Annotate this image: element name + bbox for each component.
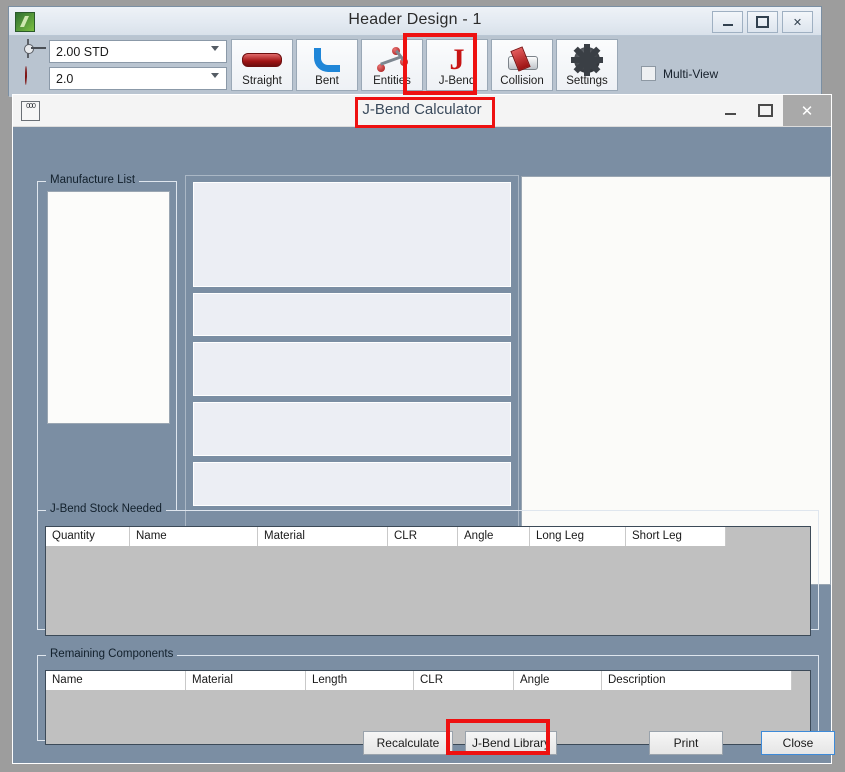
stock-needed-table-body[interactable]	[46, 546, 810, 635]
column-header-short-leg[interactable]: Short Leg	[626, 527, 726, 546]
page-title: Header Design - 1	[348, 11, 482, 28]
column-header-length[interactable]: Length	[306, 671, 414, 690]
entities-icon	[376, 45, 408, 75]
recalculate-button[interactable]: Recalculate	[363, 731, 453, 755]
stock-needed-label: J-Bend Stock Needed	[46, 503, 166, 515]
dialog-button-bar: Recalculate J-Bend Library Print Close	[13, 731, 835, 755]
preview-row[interactable]	[193, 462, 511, 506]
gear-icon	[571, 44, 603, 76]
manufacture-list-box[interactable]	[47, 191, 170, 424]
toolbar-button-label: Entities	[373, 75, 411, 87]
bend-radius-select[interactable]: 2.0	[49, 67, 227, 90]
bend-radius-icon	[23, 66, 49, 90]
maximize-button[interactable]	[747, 11, 778, 33]
column-header-angle[interactable]: Angle	[514, 671, 602, 690]
pipe-size-row: 2.00 STD	[23, 39, 227, 64]
column-header-filler	[726, 527, 810, 546]
toolbar-button-settings[interactable]: Settings	[556, 39, 618, 91]
multi-view-checkbox[interactable]: Multi-View	[641, 66, 718, 81]
bend-radius-row: 2.0	[23, 66, 227, 91]
toolbar-button-label: Straight	[242, 75, 282, 87]
pipe-size-select[interactable]: 2.00 STD	[49, 40, 227, 63]
manufacture-list-label: Manufacture List	[46, 174, 140, 186]
combo-column: 2.00 STD 2.0	[23, 39, 227, 93]
toolbar-button-jbend[interactable]: J J-Bend	[426, 39, 488, 91]
close-icon: ✕	[800, 102, 814, 120]
column-header-name[interactable]: Name	[130, 527, 258, 546]
pipe-size-value: 2.00 STD	[56, 44, 109, 59]
jbend-calculator-dialog: 000 J-Bend Calculator ✕ Manufacture List…	[12, 94, 835, 765]
application-toolbar: 2.00 STD 2.0 Straight Bent Entities J J-…	[9, 36, 821, 97]
close-dialog-button[interactable]: Close	[761, 731, 835, 755]
preview-row[interactable]	[193, 402, 511, 456]
toolbar-button-label: Settings	[566, 75, 608, 87]
column-header-clr[interactable]: CLR	[388, 527, 458, 546]
print-button[interactable]: Print	[649, 731, 723, 755]
pipe-size-icon	[23, 39, 49, 63]
table-header-row: Name Material Length CLR Angle Descripti…	[46, 671, 810, 690]
dialog-window-controls: ✕	[713, 95, 831, 126]
multi-view-label: Multi-View	[663, 66, 719, 81]
window-controls: ✕	[712, 11, 813, 33]
table-header-row: Quantity Name Material CLR Angle Long Le…	[46, 527, 810, 546]
stock-needed-table[interactable]: Quantity Name Material CLR Angle Long Le…	[45, 526, 811, 636]
column-header-clr[interactable]: CLR	[414, 671, 514, 690]
column-header-filler	[792, 671, 810, 690]
dialog-minimize-button[interactable]	[713, 95, 748, 126]
minimize-button[interactable]	[712, 11, 743, 33]
checkbox-box[interactable]	[641, 66, 656, 81]
dialog-maximize-button[interactable]	[748, 95, 783, 126]
preview-row[interactable]	[193, 293, 511, 336]
dialog-title: J-Bend Calculator	[362, 101, 482, 118]
column-header-material[interactable]: Material	[258, 527, 388, 546]
column-header-angle[interactable]: Angle	[458, 527, 530, 546]
toolbar-buttons: Straight Bent Entities J J-Bend Collisio…	[231, 39, 618, 91]
toolbar-button-bent[interactable]: Bent	[296, 39, 358, 91]
straight-pipe-icon	[242, 45, 282, 75]
toolbar-button-label: J-Bend	[438, 75, 476, 87]
column-header-name[interactable]: Name	[46, 671, 186, 690]
toolbar-button-label: Bent	[315, 75, 339, 87]
bend-radius-value: 2.0	[56, 71, 74, 86]
column-header-description[interactable]: Description	[602, 671, 792, 690]
j-bend-icon: J	[449, 43, 465, 76]
application-titlebar[interactable]: Header Design - 1 ✕	[9, 7, 821, 36]
close-button[interactable]: ✕	[782, 11, 813, 33]
jbend-library-button[interactable]: J-Bend Library	[465, 731, 557, 755]
toolbar-button-entities[interactable]: Entities	[361, 39, 423, 91]
application-window: Header Design - 1 ✕ 2.00 STD 2.0 Straigh…	[8, 6, 822, 97]
dialog-close-button[interactable]: ✕	[783, 95, 831, 126]
preview-row[interactable]	[193, 182, 511, 287]
dialog-body: Manufacture List J-Bend Stock Needed Qua…	[13, 127, 835, 765]
collision-icon	[506, 45, 538, 75]
column-header-material[interactable]: Material	[186, 671, 306, 690]
preview-row[interactable]	[193, 342, 511, 396]
toolbar-button-straight[interactable]: Straight	[231, 39, 293, 91]
remaining-components-label: Remaining Components	[46, 648, 178, 660]
column-header-quantity[interactable]: Quantity	[46, 527, 130, 546]
chevron-down-icon	[211, 46, 219, 51]
close-icon: ✕	[792, 16, 803, 29]
toolbar-button-label: Collision	[500, 75, 544, 87]
bent-pipe-icon	[314, 45, 340, 75]
toolbar-button-collision[interactable]: Collision	[491, 39, 553, 91]
dialog-titlebar[interactable]: 000 J-Bend Calculator ✕	[13, 95, 831, 127]
column-header-long-leg[interactable]: Long Leg	[530, 527, 626, 546]
chevron-down-icon	[211, 73, 219, 78]
